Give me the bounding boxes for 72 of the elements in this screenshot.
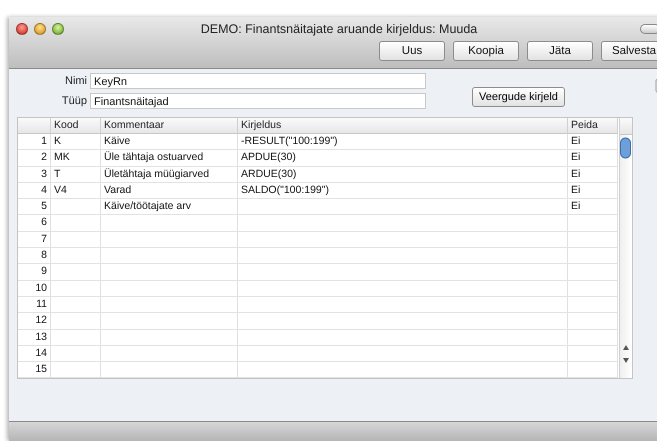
table-cell [568, 330, 618, 346]
table-cell [568, 313, 618, 330]
table-cell: ARDUE(30) [238, 166, 568, 183]
toolbar-button[interactable]: Jäta [527, 41, 593, 61]
table-cell [51, 280, 101, 297]
row-number: 2 [18, 150, 51, 167]
columns-button[interactable]: Veergude kirjeld [472, 87, 565, 107]
table-cell [51, 264, 101, 281]
table-cell: -RESULT("100:199") [238, 134, 568, 150]
row-number: 4 [18, 182, 51, 200]
table-cell [51, 330, 101, 346]
table-cell [568, 346, 618, 362]
close-button[interactable] [16, 23, 28, 35]
table-cell: APDUE(30) [238, 150, 568, 167]
table-cell [51, 362, 101, 378]
toolbar-button[interactable]: Salvesta [601, 41, 657, 61]
table-cell: K [51, 134, 101, 150]
table-cell [51, 248, 101, 264]
column-header[interactable]: Kommentaar [101, 118, 238, 134]
table-cell: Ületähtaja müügiarved [101, 166, 238, 183]
table-cell [51, 199, 101, 216]
table-cell: Ei [568, 199, 618, 216]
table-cell [51, 215, 101, 232]
row-number: 15 [18, 362, 51, 378]
table-cell: MK [51, 150, 101, 167]
table-cell [568, 296, 618, 314]
table-cell: Käive/töötajate arv [101, 199, 238, 216]
table-cell: Ei [568, 150, 618, 167]
table-cell: Ei [568, 134, 618, 150]
column-header[interactable]: Kood [51, 118, 101, 134]
table-cell [568, 215, 618, 232]
row-number: 5 [18, 199, 51, 216]
table-cell: SALDO("100:199") [238, 182, 568, 200]
field-label: Nimi [64, 75, 87, 87]
row-number: 1 [18, 134, 51, 150]
minimize-button[interactable] [34, 23, 46, 35]
input-field[interactable]: Finantsnäitajad [90, 93, 426, 109]
table-cell: Käive [101, 134, 238, 150]
row-number: 3 [18, 166, 51, 183]
row-number: 7 [18, 232, 51, 248]
row-number: 8 [18, 248, 51, 264]
table-cell [51, 232, 101, 248]
table-cell [568, 264, 618, 281]
table-cell: Varad [101, 182, 238, 200]
table-cell [568, 280, 618, 297]
toolbar-button[interactable]: Uus [379, 41, 445, 61]
row-number: 12 [18, 313, 51, 330]
field-label: Tüüp [60, 95, 87, 107]
row-number: 11 [18, 296, 51, 314]
table-cell: Ei [568, 166, 618, 183]
column-header[interactable]: Peida [568, 118, 618, 134]
table-cell [568, 362, 618, 378]
row-number: 6 [18, 215, 51, 232]
toolbar-button[interactable]: Koopia [453, 41, 519, 61]
table-cell: T [51, 166, 101, 183]
table-cell [568, 248, 618, 264]
input-field[interactable]: KeyRn [90, 73, 426, 89]
table-cell [51, 313, 101, 330]
window-title: DEMO: Finantsnäitajate aruande kirjeldus: Muuda [200, 22, 478, 36]
column-header[interactable]: Kirjeldus [238, 118, 568, 134]
toolbar-toggle-button[interactable] [640, 24, 657, 34]
table-cell: V4 [51, 182, 101, 200]
table-cell: Ei [568, 182, 618, 200]
row-number: 9 [18, 264, 51, 281]
table-cell [51, 296, 101, 314]
row-number: 14 [18, 346, 51, 362]
row-number: 13 [18, 330, 51, 346]
row-number: 10 [18, 280, 51, 297]
table-cell [51, 346, 101, 362]
table-cell [568, 232, 618, 248]
zoom-button[interactable] [52, 23, 64, 35]
table-cell: Üle tähtaja ostuarved [101, 150, 238, 167]
